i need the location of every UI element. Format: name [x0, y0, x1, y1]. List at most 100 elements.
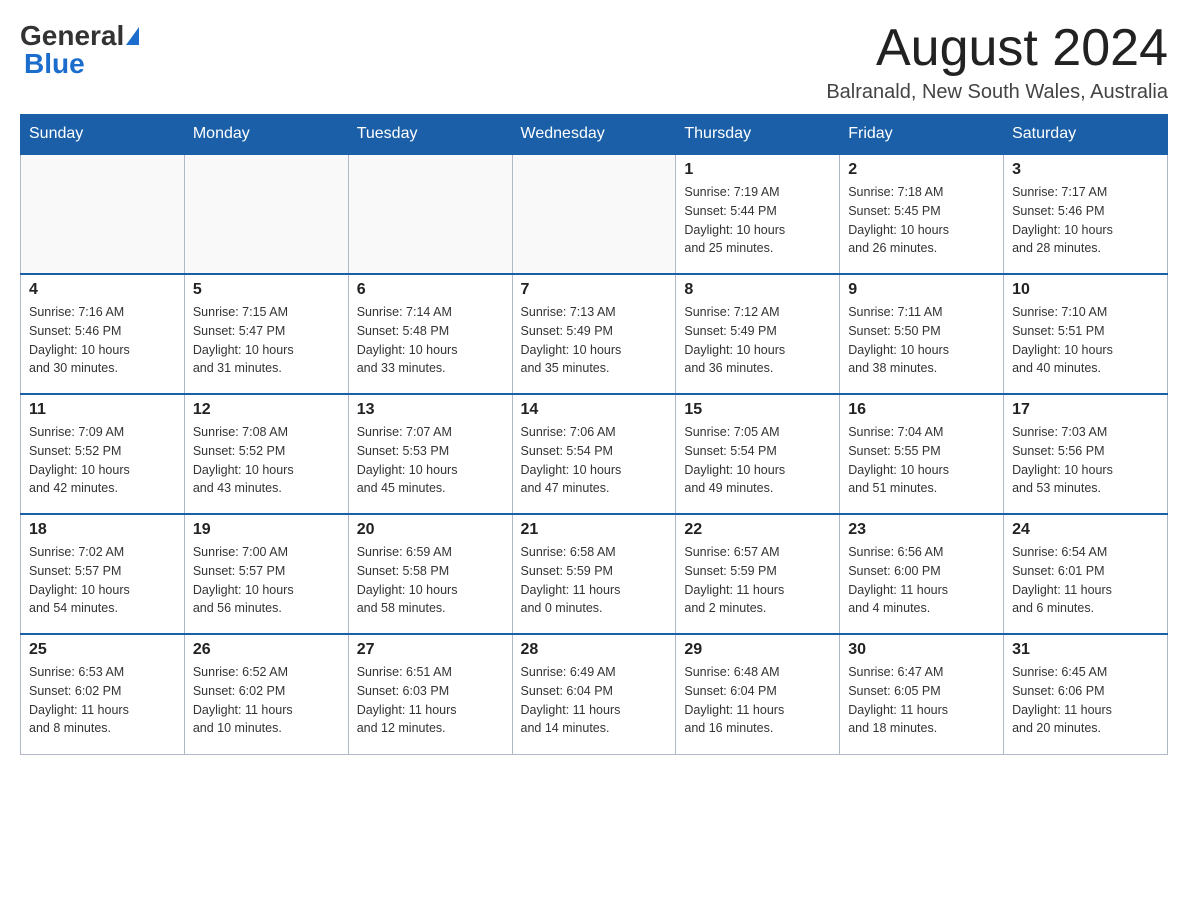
calendar-cell: 16 Sunrise: 7:04 AM Sunset: 5:55 PM Dayli…	[840, 394, 1004, 514]
day-info: Sunrise: 7:16 AM Sunset: 5:46 PM Dayligh…	[29, 303, 176, 378]
calendar-cell: 1 Sunrise: 7:19 AM Sunset: 5:44 PM Daylig…	[676, 154, 840, 274]
day-info: Sunrise: 7:09 AM Sunset: 5:52 PM Dayligh…	[29, 423, 176, 498]
calendar-week-row-1: 1 Sunrise: 7:19 AM Sunset: 5:44 PM Daylig…	[21, 154, 1168, 274]
day-info: Sunrise: 6:47 AM Sunset: 6:05 PM Dayligh…	[848, 663, 995, 738]
day-number: 26	[193, 641, 340, 659]
day-info: Sunrise: 6:49 AM Sunset: 6:04 PM Dayligh…	[521, 663, 668, 738]
calendar-cell: 24 Sunrise: 6:54 AM Sunset: 6:01 PM Dayli…	[1004, 514, 1168, 634]
day-info: Sunrise: 7:14 AM Sunset: 5:48 PM Dayligh…	[357, 303, 504, 378]
day-number: 25	[29, 641, 176, 659]
calendar-cell	[21, 154, 185, 274]
calendar-cell: 19 Sunrise: 7:00 AM Sunset: 5:57 PM Dayli…	[184, 514, 348, 634]
calendar-cell: 7Sunrise: 7:13 AM Sunset: 5:49 PM Daylig…	[512, 274, 676, 394]
day-number: 10	[1012, 281, 1159, 299]
day-info: Sunrise: 6:56 AM Sunset: 6:00 PM Dayligh…	[848, 543, 995, 618]
day-info: Sunrise: 7:04 AM Sunset: 5:55 PM Dayligh…	[848, 423, 995, 498]
day-number: 2	[848, 161, 995, 179]
day-info: Sunrise: 7:05 AM Sunset: 5:54 PM Dayligh…	[684, 423, 831, 498]
day-info: Sunrise: 7:08 AM Sunset: 5:52 PM Dayligh…	[193, 423, 340, 498]
day-number: 24	[1012, 521, 1159, 539]
title-block: August 2024 Balranald, New South Wales, …	[826, 20, 1168, 104]
day-info: Sunrise: 6:54 AM Sunset: 6:01 PM Dayligh…	[1012, 543, 1159, 618]
calendar-header-sunday: Sunday	[21, 115, 185, 155]
calendar-cell: 25Sunrise: 6:53 AM Sunset: 6:02 PM Dayli…	[21, 634, 185, 754]
calendar-cell: 31 Sunrise: 6:45 AM Sunset: 6:06 PM Dayli…	[1004, 634, 1168, 754]
calendar-header-friday: Friday	[840, 115, 1004, 155]
day-info: Sunrise: 6:58 AM Sunset: 5:59 PM Dayligh…	[521, 543, 668, 618]
day-number: 30	[848, 641, 995, 659]
calendar-cell: 21 Sunrise: 6:58 AM Sunset: 5:59 PM Dayli…	[512, 514, 676, 634]
calendar-header-monday: Monday	[184, 115, 348, 155]
day-info: Sunrise: 6:51 AM Sunset: 6:03 PM Dayligh…	[357, 663, 504, 738]
day-number: 18	[29, 521, 176, 539]
day-number: 15	[684, 401, 831, 419]
day-info: Sunrise: 7:17 AM Sunset: 5:46 PM Dayligh…	[1012, 183, 1159, 258]
calendar-cell: 9Sunrise: 7:11 AM Sunset: 5:50 PM Daylig…	[840, 274, 1004, 394]
day-info: Sunrise: 6:59 AM Sunset: 5:58 PM Dayligh…	[357, 543, 504, 618]
day-number: 28	[521, 641, 668, 659]
day-number: 8	[684, 281, 831, 299]
day-number: 19	[193, 521, 340, 539]
day-number: 5	[193, 281, 340, 299]
day-info: Sunrise: 6:45 AM Sunset: 6:06 PM Dayligh…	[1012, 663, 1159, 738]
calendar-header-row: SundayMondayTuesdayWednesdayThursdayFrid…	[21, 115, 1168, 155]
calendar-cell	[348, 154, 512, 274]
day-number: 29	[684, 641, 831, 659]
calendar-cell: 12 Sunrise: 7:08 AM Sunset: 5:52 PM Dayli…	[184, 394, 348, 514]
day-number: 17	[1012, 401, 1159, 419]
day-number: 21	[521, 521, 668, 539]
day-number: 23	[848, 521, 995, 539]
calendar-cell: 3 Sunrise: 7:17 AM Sunset: 5:46 PM Daylig…	[1004, 154, 1168, 274]
calendar-cell: 4 Sunrise: 7:16 AM Sunset: 5:46 PM Daylig…	[21, 274, 185, 394]
day-info: Sunrise: 7:11 AM Sunset: 5:50 PM Dayligh…	[848, 303, 995, 378]
calendar-cell: 26Sunrise: 6:52 AM Sunset: 6:02 PM Dayli…	[184, 634, 348, 754]
calendar-week-row-2: 4 Sunrise: 7:16 AM Sunset: 5:46 PM Daylig…	[21, 274, 1168, 394]
calendar-cell: 6Sunrise: 7:14 AM Sunset: 5:48 PM Daylig…	[348, 274, 512, 394]
day-number: 3	[1012, 161, 1159, 179]
calendar-week-row-4: 18 Sunrise: 7:02 AM Sunset: 5:57 PM Dayli…	[21, 514, 1168, 634]
day-number: 12	[193, 401, 340, 419]
calendar-cell: 2 Sunrise: 7:18 AM Sunset: 5:45 PM Daylig…	[840, 154, 1004, 274]
calendar-cell: 20 Sunrise: 6:59 AM Sunset: 5:58 PM Dayli…	[348, 514, 512, 634]
calendar-cell: 27 Sunrise: 6:51 AM Sunset: 6:03 PM Dayli…	[348, 634, 512, 754]
day-info: Sunrise: 7:10 AM Sunset: 5:51 PM Dayligh…	[1012, 303, 1159, 378]
day-number: 27	[357, 641, 504, 659]
day-number: 20	[357, 521, 504, 539]
calendar-cell: 5 Sunrise: 7:15 AM Sunset: 5:47 PM Daylig…	[184, 274, 348, 394]
day-number: 16	[848, 401, 995, 419]
day-number: 1	[684, 161, 831, 179]
calendar-header-wednesday: Wednesday	[512, 115, 676, 155]
day-info: Sunrise: 7:03 AM Sunset: 5:56 PM Dayligh…	[1012, 423, 1159, 498]
location-subtitle: Balranald, New South Wales, Australia	[826, 81, 1168, 104]
logo-block: General Blue	[20, 20, 139, 80]
calendar-cell: 17 Sunrise: 7:03 AM Sunset: 5:56 PM Dayli…	[1004, 394, 1168, 514]
day-info: Sunrise: 7:06 AM Sunset: 5:54 PM Dayligh…	[521, 423, 668, 498]
day-info: Sunrise: 7:18 AM Sunset: 5:45 PM Dayligh…	[848, 183, 995, 258]
calendar-cell: 29 Sunrise: 6:48 AM Sunset: 6:04 PM Dayli…	[676, 634, 840, 754]
calendar-cell: 8 Sunrise: 7:12 AM Sunset: 5:49 PM Daylig…	[676, 274, 840, 394]
day-number: 31	[1012, 641, 1159, 659]
calendar-cell: 13Sunrise: 7:07 AM Sunset: 5:53 PM Dayli…	[348, 394, 512, 514]
calendar-cell: 23 Sunrise: 6:56 AM Sunset: 6:00 PM Dayli…	[840, 514, 1004, 634]
calendar-cell: 15 Sunrise: 7:05 AM Sunset: 5:54 PM Dayli…	[676, 394, 840, 514]
day-info: Sunrise: 7:00 AM Sunset: 5:57 PM Dayligh…	[193, 543, 340, 618]
day-info: Sunrise: 7:13 AM Sunset: 5:49 PM Dayligh…	[521, 303, 668, 378]
month-year-title: August 2024	[826, 20, 1168, 77]
calendar-cell: 10 Sunrise: 7:10 AM Sunset: 5:51 PM Dayli…	[1004, 274, 1168, 394]
calendar-cell: 11Sunrise: 7:09 AM Sunset: 5:52 PM Dayli…	[21, 394, 185, 514]
day-info: Sunrise: 7:19 AM Sunset: 5:44 PM Dayligh…	[684, 183, 831, 258]
calendar-header-tuesday: Tuesday	[348, 115, 512, 155]
day-info: Sunrise: 7:12 AM Sunset: 5:49 PM Dayligh…	[684, 303, 831, 378]
day-info: Sunrise: 7:15 AM Sunset: 5:47 PM Dayligh…	[193, 303, 340, 378]
day-number: 22	[684, 521, 831, 539]
calendar-cell: 18 Sunrise: 7:02 AM Sunset: 5:57 PM Dayli…	[21, 514, 185, 634]
day-number: 14	[521, 401, 668, 419]
calendar-table: SundayMondayTuesdayWednesdayThursdayFrid…	[20, 114, 1168, 755]
calendar-cell: 14 Sunrise: 7:06 AM Sunset: 5:54 PM Dayli…	[512, 394, 676, 514]
calendar-cell: 22Sunrise: 6:57 AM Sunset: 5:59 PM Dayli…	[676, 514, 840, 634]
calendar-cell	[184, 154, 348, 274]
day-info: Sunrise: 6:48 AM Sunset: 6:04 PM Dayligh…	[684, 663, 831, 738]
day-number: 4	[29, 281, 176, 299]
day-info: Sunrise: 7:02 AM Sunset: 5:57 PM Dayligh…	[29, 543, 176, 618]
calendar-cell: 30 Sunrise: 6:47 AM Sunset: 6:05 PM Dayli…	[840, 634, 1004, 754]
